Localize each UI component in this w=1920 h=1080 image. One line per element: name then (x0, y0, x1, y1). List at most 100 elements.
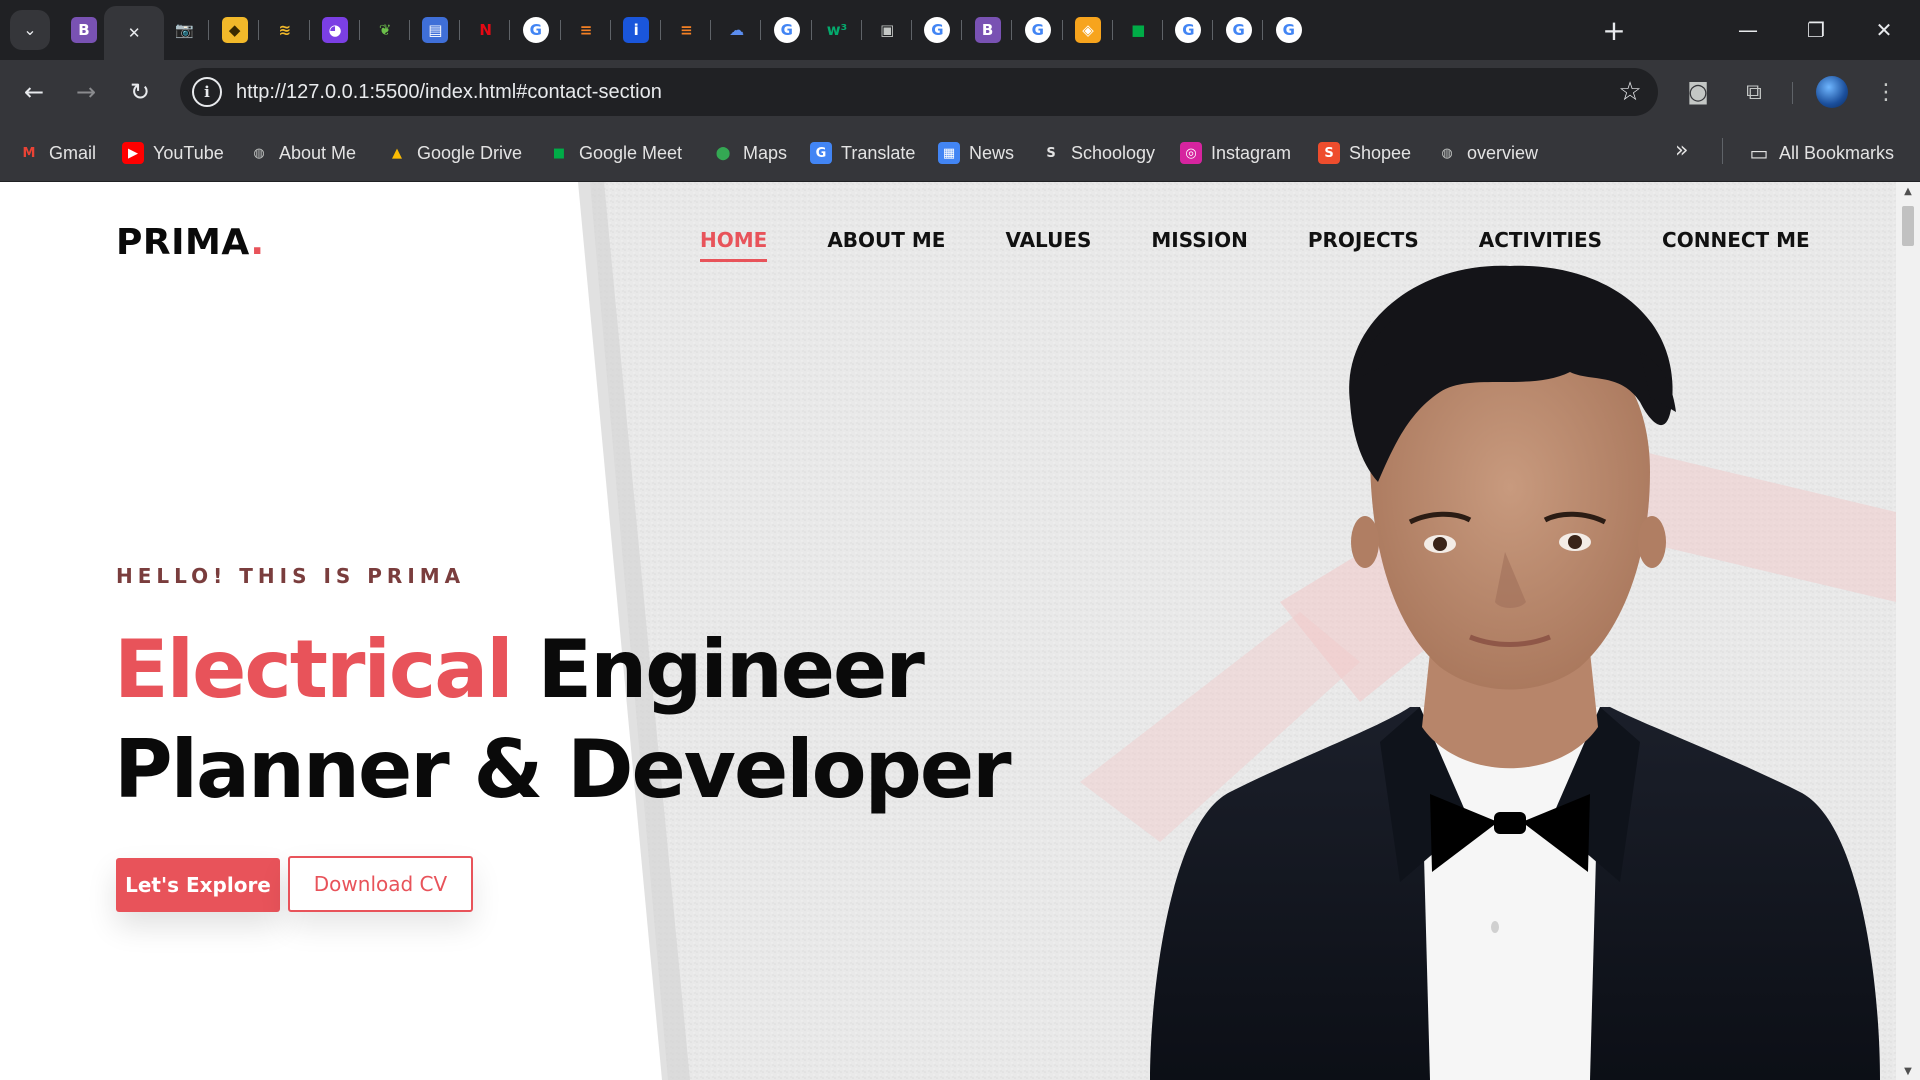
globe-icon: ◍ (1441, 145, 1453, 161)
restore-button[interactable]: ❐ (1786, 8, 1846, 52)
site-info-icon[interactable]: i (192, 77, 222, 107)
download-cv-button[interactable]: Download CV (288, 856, 473, 912)
layers-icon: ◆ (221, 17, 248, 43)
tab-w3schools[interactable]: w³ (811, 6, 863, 54)
back-button[interactable]: ← (14, 72, 54, 112)
scroll-thumb[interactable] (1902, 206, 1914, 246)
bookmark-shopee[interactable]: S Shopee (1318, 138, 1411, 168)
tab-google-5[interactable]: G (1162, 6, 1214, 54)
bookmark-star-icon[interactable]: ☆ (1612, 74, 1648, 110)
tab-contact[interactable]: ▣ (861, 6, 913, 54)
google-meet-icon: ■ (1131, 21, 1146, 39)
headline-line-1: Electrical Engineer (114, 620, 1010, 720)
minimize-icon: — (1738, 18, 1758, 42)
tab-stack[interactable]: ≋ (259, 6, 311, 54)
w3schools-icon: w³ (826, 21, 848, 39)
camera-icon[interactable]: ◙ (1678, 72, 1718, 112)
google-icon: G (522, 17, 549, 43)
extensions-icon[interactable]: ⧉ (1734, 72, 1774, 112)
stack-icon: ≋ (278, 21, 292, 39)
lets-explore-button[interactable]: Let's Explore (116, 858, 280, 912)
tab-info[interactable]: i (610, 6, 662, 54)
bookmark-label: Schoology (1071, 142, 1156, 163)
bootstrap-icon: B (71, 17, 97, 43)
nav-link-values[interactable]: VALUES (1005, 228, 1091, 262)
bookmark-google-meet[interactable]: ■ Google Meet (548, 138, 682, 168)
tab-google-1[interactable]: G (510, 6, 562, 54)
minimize-button[interactable]: — (1718, 8, 1778, 52)
nav-link-home[interactable]: HOME (700, 228, 768, 262)
all-bookmarks-button[interactable]: ▭ All Bookmarks (1748, 138, 1894, 168)
tab-bootstrap-2[interactable]: B (962, 6, 1014, 54)
tab-bootstrap[interactable]: B (58, 6, 110, 54)
address-bar[interactable]: i http://127.0.0.1:5500/index.html#conta… (180, 68, 1658, 116)
tab-meet[interactable]: ■ (1112, 6, 1164, 54)
tab-layers-yellow[interactable]: ◆ (209, 6, 261, 54)
tab-leaf[interactable]: ❦ (359, 6, 411, 54)
tab-layout[interactable]: ▤ (409, 6, 461, 54)
headline-line-1-rest: Engineer (511, 623, 925, 716)
bookmark-google-drive[interactable]: ▲ Google Drive (386, 138, 522, 168)
bookmark-maps[interactable]: ⬤ Maps (712, 138, 787, 168)
bookmark-youtube[interactable]: ▶ YouTube (122, 138, 224, 168)
profile-avatar[interactable] (1816, 76, 1848, 108)
bookmarks-overflow-icon[interactable]: » (1675, 138, 1688, 163)
bookmark-gmail[interactable]: M Gmail (18, 138, 96, 168)
tab-pie[interactable]: ◕ (309, 6, 361, 54)
nav-link-projects[interactable]: PROJECTS (1308, 228, 1419, 262)
bookmark-label: overview (1467, 142, 1539, 163)
news-icon: ▦ (938, 142, 960, 164)
tab-active[interactable]: ✕ (104, 6, 165, 60)
bookmark-translate[interactable]: G Translate (810, 138, 915, 168)
bookmark-label: YouTube (153, 142, 224, 163)
tab-google-6[interactable]: G (1213, 6, 1265, 54)
new-tab-button[interactable]: + (1596, 12, 1632, 48)
url-text[interactable]: http://127.0.0.1:5500/index.html#contact… (236, 81, 662, 104)
tab-search-button[interactable]: ⌄ (10, 10, 50, 50)
page-scrollbar[interactable]: ▲ ▼ (1896, 182, 1920, 1080)
bookmark-instagram[interactable]: ◎ Instagram (1180, 138, 1291, 168)
google-drive-icon: ▲ (392, 145, 402, 161)
tab-stackoverflow-2[interactable]: ≡ (660, 6, 712, 54)
tab-google-7[interactable]: G (1263, 6, 1315, 54)
bookmarks-divider (1722, 138, 1723, 164)
scroll-down-icon[interactable]: ▼ (1896, 1062, 1920, 1080)
schoology-icon: S (1046, 145, 1056, 161)
close-window-button[interactable]: ✕ (1854, 8, 1914, 52)
tab-stackoverflow-1[interactable]: ≡ (560, 6, 612, 54)
tab-netflix[interactable]: N (460, 6, 512, 54)
contact-card-icon: ▣ (880, 21, 895, 39)
scroll-up-icon[interactable]: ▲ (1896, 182, 1920, 200)
tab-fingerprint[interactable]: ☁ (711, 6, 763, 54)
info-icon: i (623, 17, 650, 43)
forward-button[interactable]: → (66, 72, 106, 112)
bookmark-overview[interactable]: ◍ overview (1436, 138, 1538, 168)
google-meet-icon: ■ (552, 145, 566, 161)
bookmark-label: Google Drive (417, 142, 523, 163)
youtube-icon: ▶ (122, 142, 144, 164)
site-navigation: HOME ABOUT ME VALUES MISSION PROJECTS ACTIVIT… (700, 228, 1810, 262)
bookmark-schoology[interactable]: S Schoology (1040, 138, 1155, 168)
bookmark-label: Shopee (1349, 142, 1412, 163)
bookmark-about-me[interactable]: ◍ About Me (248, 138, 356, 168)
close-icon[interactable]: ✕ (121, 20, 147, 46)
nav-link-activities[interactable]: ACTIVITIES (1479, 228, 1602, 262)
google-icon: G (1275, 17, 1302, 43)
translate-icon: G (810, 142, 832, 164)
tab-camera[interactable]: 📷 (158, 6, 210, 54)
layout-icon: ▤ (422, 17, 449, 43)
site-logo[interactable]: PRIMA. (116, 222, 265, 263)
tab-ticket[interactable]: ◈ (1062, 6, 1114, 54)
camera-icon: 📷 (175, 21, 194, 39)
nav-link-mission[interactable]: MISSION (1151, 228, 1247, 262)
nav-link-connect-me[interactable]: CONNECT ME (1662, 228, 1810, 262)
tab-google-3[interactable]: G (911, 6, 963, 54)
menu-icon[interactable]: ⋮ (1866, 72, 1906, 112)
reload-button[interactable]: ↻ (120, 72, 160, 112)
arrow-right-icon: → (75, 78, 97, 106)
tab-google-4[interactable]: G (1012, 6, 1064, 54)
browser-toolbar: ← → ↻ i http://127.0.0.1:5500/index.html… (0, 60, 1920, 124)
tab-google-2[interactable]: G (761, 6, 813, 54)
nav-link-about-me[interactable]: ABOUT ME (827, 228, 945, 262)
bookmark-news[interactable]: ▦ News (938, 138, 1014, 168)
